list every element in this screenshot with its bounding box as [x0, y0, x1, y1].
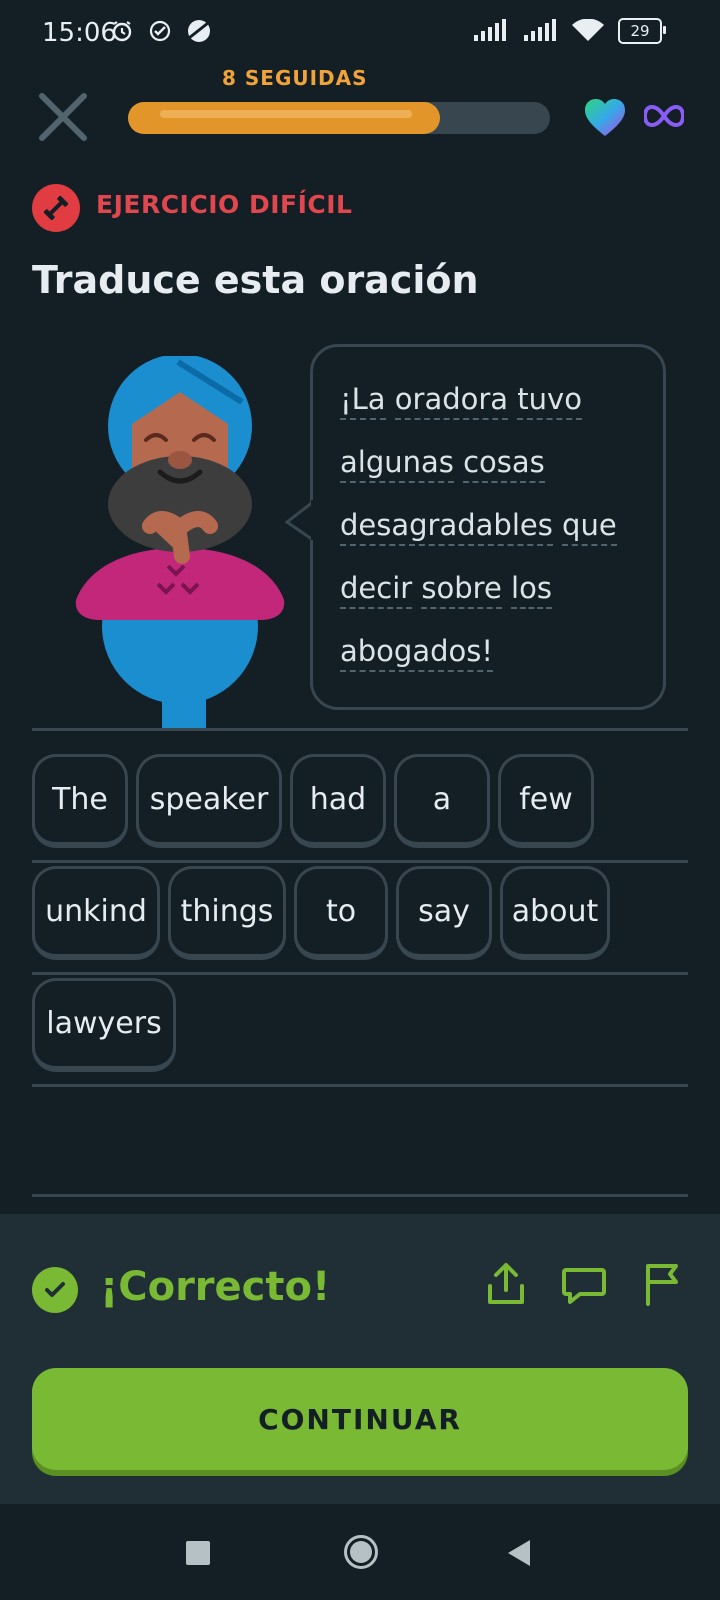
prompt-word[interactable]: abogados!	[340, 634, 493, 672]
answer-line	[32, 1194, 688, 1197]
word-chip[interactable]: had	[290, 754, 386, 848]
prompt-word[interactable]: ¡La	[340, 382, 386, 420]
comment-icon[interactable]	[560, 1260, 608, 1308]
prompt-word[interactable]: cosas	[463, 445, 545, 483]
recents-icon[interactable]	[186, 1541, 210, 1565]
dumbbell-icon	[43, 195, 69, 221]
word-chip[interactable]: a	[394, 754, 490, 848]
word-chip[interactable]: about	[500, 866, 610, 960]
word-chip[interactable]: things	[168, 866, 286, 960]
close-icon[interactable]	[38, 92, 88, 142]
prompt-word[interactable]: tuvo	[517, 382, 582, 420]
home-icon[interactable]	[344, 1535, 378, 1569]
answer-line	[32, 860, 688, 863]
alarm-icon	[112, 21, 132, 42]
flag-icon[interactable]	[640, 1260, 688, 1308]
battery-level: 29	[630, 22, 650, 40]
progress-shine	[160, 110, 412, 118]
word-chip[interactable]: speaker	[136, 754, 282, 848]
prompt-word[interactable]: que	[562, 508, 617, 546]
word-chip[interactable]: say	[396, 866, 492, 960]
planet-icon	[188, 20, 210, 42]
signal-icon	[474, 19, 506, 41]
prompt-word[interactable]: sobre	[421, 571, 502, 609]
character-illustration	[75, 356, 285, 728]
prompt-word[interactable]: los	[511, 571, 552, 609]
battery-icon: 29	[618, 18, 666, 44]
prompt-word[interactable]: decir	[340, 571, 413, 609]
check-icon	[32, 1267, 78, 1313]
word-chip[interactable]: unkind	[32, 866, 160, 960]
word-chip[interactable]: The	[32, 754, 128, 848]
hard-exercise-label: EJERCICIO DIFÍCIL	[96, 190, 353, 219]
check-circle-icon	[149, 20, 171, 42]
page-title: Traduce esta oración	[32, 258, 479, 302]
answer-line	[32, 728, 688, 731]
word-chip[interactable]: lawyers	[32, 978, 176, 1072]
continue-button[interactable]: CONTINUAR	[32, 1368, 688, 1470]
prompt-sentence: ¡La oradora tuvo algunas cosas desagrada…	[340, 368, 650, 683]
checkmark-icon	[45, 1282, 65, 1297]
word-chip[interactable]: few	[498, 754, 594, 848]
progress-fill	[128, 102, 440, 134]
heart-icon[interactable]	[583, 98, 627, 138]
signal-icon	[524, 19, 556, 41]
word-chip[interactable]: to	[294, 866, 388, 960]
back-icon[interactable]	[506, 1538, 532, 1568]
answer-line	[32, 972, 688, 975]
status-time: 15:06	[42, 18, 117, 48]
wifi-icon	[572, 19, 604, 41]
prompt-word[interactable]: algunas	[340, 445, 454, 483]
prompt-word[interactable]: oradora	[394, 382, 509, 420]
prompt-word[interactable]: desagradables	[340, 508, 553, 546]
infinity-icon[interactable]	[644, 104, 684, 128]
speech-bubble-tail	[284, 500, 315, 540]
share-icon[interactable]	[482, 1260, 530, 1308]
streak-label: 8 SEGUIDAS	[222, 66, 368, 90]
answer-line	[32, 1084, 688, 1087]
hard-exercise-icon	[32, 184, 80, 232]
feedback-message: ¡Correcto!	[100, 1264, 331, 1310]
